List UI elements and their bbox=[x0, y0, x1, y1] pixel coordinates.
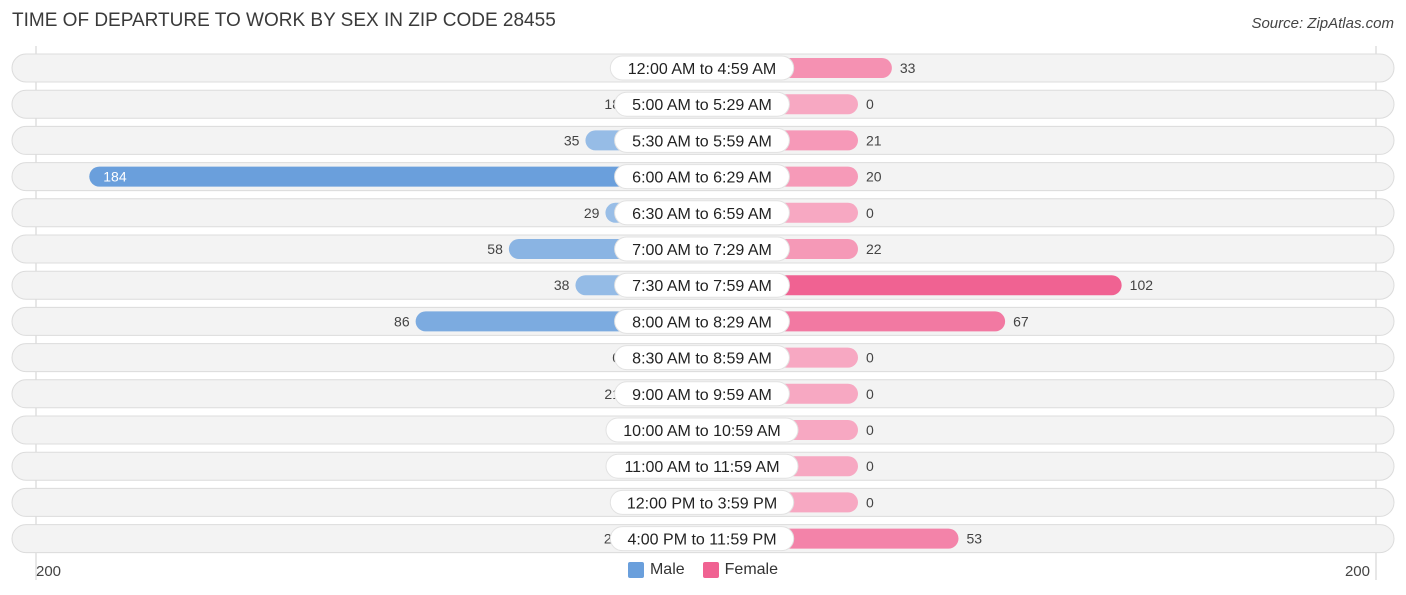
value-label-female: 22 bbox=[866, 241, 882, 257]
value-label-female: 0 bbox=[866, 205, 874, 221]
legend: Male Female bbox=[0, 561, 1406, 579]
value-label-male: 38 bbox=[554, 277, 570, 293]
chart-row: 0011:00 AM to 11:59 AM bbox=[11, 451, 1395, 481]
category-label: 5:00 AM to 5:29 AM bbox=[632, 97, 772, 114]
category-label: 11:00 AM to 11:59 AM bbox=[624, 459, 779, 476]
legend-item-female[interactable]: Female bbox=[702, 561, 779, 579]
chart-row: 0012:00 PM to 3:59 PM bbox=[11, 487, 1395, 517]
legend-label-female: Female bbox=[724, 561, 779, 578]
chart-row: 18 05:00 AM to 5:29 AM bbox=[11, 89, 1395, 119]
category-label: 10:00 AM to 10:59 AM bbox=[623, 423, 780, 440]
category-label: 7:30 AM to 7:59 AM bbox=[632, 278, 772, 295]
value-label-female: 20 bbox=[866, 169, 882, 185]
value-label-female: 0 bbox=[866, 494, 874, 510]
category-label: 7:00 AM to 7:29 AM bbox=[632, 242, 772, 259]
value-label-male: 184 bbox=[103, 169, 127, 185]
category-label: 5:30 AM to 5:59 AM bbox=[632, 133, 772, 150]
category-label: 8:30 AM to 8:59 AM bbox=[632, 351, 772, 368]
chart-row: 184 20 6:00 AM to 6:29 AM bbox=[11, 162, 1395, 192]
legend-swatch-female bbox=[702, 562, 719, 578]
value-label-female: 0 bbox=[866, 96, 874, 112]
value-label-male: 29 bbox=[584, 205, 600, 221]
chart-row: 008:30 AM to 8:59 AM bbox=[11, 343, 1395, 373]
chart-row: 0010:00 AM to 10:59 AM bbox=[11, 415, 1395, 445]
value-label-male: 58 bbox=[487, 241, 503, 257]
chart-row: 29 0 6:30 AM to 6:59 AM bbox=[11, 198, 1395, 228]
value-label-female: 0 bbox=[866, 350, 874, 366]
chart-row: 86 67 8:00 AM to 8:29 AM bbox=[11, 306, 1395, 336]
category-label: 8:00 AM to 8:29 AM bbox=[632, 314, 772, 331]
diverging-bar-chart: 03312:00 AM to 4:59 AM1805:00 AM to 5:29… bbox=[11, 46, 1395, 580]
value-label-female: 102 bbox=[1130, 277, 1154, 293]
value-label-female: 53 bbox=[966, 531, 982, 547]
legend-label-male: Male bbox=[649, 561, 685, 578]
legend-swatch-male bbox=[627, 562, 644, 578]
chart-row: 23534:00 PM to 11:59 PM bbox=[11, 524, 1395, 554]
category-label: 6:00 AM to 6:29 AM bbox=[632, 170, 772, 187]
value-label-male: 35 bbox=[564, 132, 580, 148]
value-label-female: 67 bbox=[1013, 313, 1029, 329]
category-label: 12:00 AM to 4:59 AM bbox=[628, 61, 777, 78]
chart-row: 21 09:00 AM to 9:59 AM bbox=[11, 379, 1395, 409]
value-label-female: 21 bbox=[866, 132, 882, 148]
bar-male bbox=[89, 166, 702, 187]
chart-row: 58 22 7:00 AM to 7:29 AM bbox=[11, 234, 1395, 264]
category-label: 6:30 AM to 6:59 AM bbox=[632, 206, 772, 223]
category-label: 12:00 PM to 3:59 PM bbox=[627, 495, 777, 512]
category-label: 4:00 PM to 11:59 PM bbox=[627, 532, 776, 549]
chart-row: 35 21 5:30 AM to 5:59 AM bbox=[11, 125, 1395, 155]
value-label-female: 0 bbox=[866, 458, 874, 474]
value-label-female: 33 bbox=[900, 60, 916, 76]
value-label-female: 0 bbox=[866, 422, 874, 438]
category-label: 9:00 AM to 9:59 AM bbox=[632, 387, 772, 404]
legend-item-male[interactable]: Male bbox=[627, 561, 685, 579]
value-label-female: 0 bbox=[866, 386, 874, 402]
value-label-male: 86 bbox=[394, 313, 410, 329]
chart-row: 38 102 7:30 AM to 7:59 AM bbox=[11, 270, 1395, 300]
chart-row: 03312:00 AM to 4:59 AM bbox=[11, 53, 1395, 83]
